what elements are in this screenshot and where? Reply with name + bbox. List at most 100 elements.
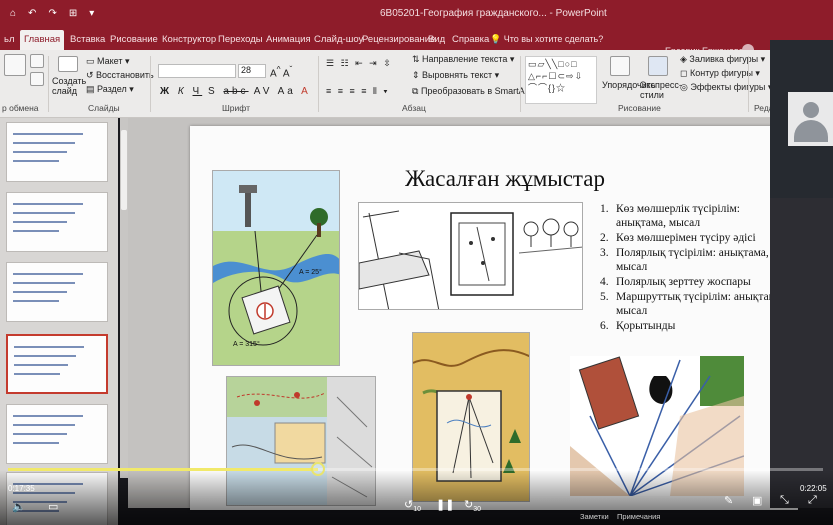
- tell-me-search[interactable]: 💡 Что вы хотите сделать?: [490, 34, 603, 45]
- smartart-button[interactable]: ⧉ Преобразовать в SmartArt ▾: [412, 86, 537, 97]
- tab-draw[interactable]: Рисование: [106, 32, 162, 47]
- fullscreen-icon[interactable]: ⤢: [808, 494, 817, 507]
- list-item: 1. Көз мөлшерлік түсірілім: анықтама, мыс…: [600, 202, 790, 230]
- font-name-box[interactable]: [158, 64, 236, 78]
- text-direction-button[interactable]: ⇅ Направление текста ▾: [412, 54, 514, 65]
- home-icon[interactable]: ⌂: [10, 8, 16, 19]
- arrange-icon[interactable]: [610, 56, 630, 76]
- reset-button[interactable]: ↺ Восстановить: [86, 70, 154, 81]
- slide-title[interactable]: Жасалған жұмыстар: [405, 166, 605, 192]
- plane-table-sketch[interactable]: [358, 202, 583, 310]
- create-slide-button[interactable]: Создать слайд: [52, 76, 86, 96]
- item-number: 2.: [600, 232, 609, 244]
- thumbnail-text-line: [13, 160, 59, 162]
- slide-content-list[interactable]: 1. Көз мөлшерлік түсірілім: анықтама, мыс…: [600, 202, 790, 334]
- ribbon-separator: [520, 56, 521, 112]
- alignment-buttons[interactable]: ≡ ≡ ≡ ≡ ⫴ ▾: [326, 86, 390, 97]
- list-item: 3. Полярлық түсірілім: анықтама, мысал: [600, 246, 790, 274]
- tab-help[interactable]: Справка: [448, 32, 493, 47]
- compass-survey-illustration[interactable]: A = 25° A = 315°: [212, 170, 340, 366]
- clipboard-group-label: р обмена: [2, 103, 39, 113]
- shadow-button[interactable]: S: [208, 86, 218, 97]
- font-format-buttons[interactable]: Ж К Ч S abc AV Aa A: [160, 86, 311, 97]
- item-number: 5.: [600, 291, 609, 303]
- person-icon: [803, 102, 819, 118]
- bold-button[interactable]: Ж: [160, 86, 172, 97]
- item-text: Қорытынды: [616, 320, 676, 332]
- list-item: 5. Маршруттық түсірілім: анықтама, мысал: [600, 290, 790, 318]
- shapes-row: ▭▱╲╲□○□: [528, 59, 578, 69]
- layout-button[interactable]: ▭ Макет ▾: [86, 56, 130, 67]
- thumbnail-text-line: [13, 291, 67, 293]
- shapes-row: △⌐⌐☐⊂⇨⇩: [528, 71, 584, 81]
- volume-icon[interactable]: 🔈: [12, 500, 26, 513]
- tab-design[interactable]: Конструктор: [158, 32, 220, 47]
- font-group-label: Шрифт: [222, 103, 250, 113]
- strikethrough-button[interactable]: abc: [223, 86, 248, 97]
- start-slideshow-icon[interactable]: ⊞: [69, 8, 77, 19]
- current-slide[interactable]: Жасалған жұмыстар 1. Көз мөлшерлік түсірі…: [190, 126, 798, 510]
- align-text-button[interactable]: ⇕ Выровнять текст ▾: [412, 70, 499, 81]
- underline-button[interactable]: Ч: [193, 86, 203, 97]
- slide-thumbnail[interactable]: [6, 122, 108, 182]
- font-color-button[interactable]: A: [301, 86, 311, 97]
- document-title: 6B05201-География гражданского... - Powe…: [380, 8, 607, 19]
- list-item: 6. Қорытынды: [600, 319, 790, 333]
- change-case-button[interactable]: Aa: [278, 86, 296, 97]
- list-buttons[interactable]: ☰ ☷ ⇤ ⇥ ⇳: [326, 58, 393, 69]
- shape-effects-label: Эффекты фигуры: [690, 82, 766, 92]
- shrink-icon[interactable]: ⤡: [780, 494, 789, 507]
- slide-thumbnail[interactable]: [6, 334, 108, 394]
- thumbnail-text-line: [13, 221, 67, 223]
- shape-effects-button[interactable]: ◎ Эффекты фигуры ▾: [680, 82, 772, 93]
- shapes-gallery[interactable]: ▭▱╲╲□○□ △⌐⌐☐⊂⇨⇩ ⌒⌒{}☆: [525, 56, 597, 104]
- skip-forward-button[interactable]: ↻30: [464, 498, 481, 513]
- slide-thumbnail[interactable]: [6, 192, 108, 252]
- redo-icon[interactable]: ↷: [48, 8, 56, 19]
- slide-thumbnail[interactable]: [6, 262, 108, 322]
- grow-font-button[interactable]: A^ Aˇ: [270, 64, 292, 79]
- cut-icon[interactable]: [30, 54, 44, 68]
- char-spacing-button[interactable]: AV: [254, 86, 273, 97]
- thumbnail-text-line: [13, 203, 83, 205]
- shape-fill-button[interactable]: ◈ Заливка фигуры ▾: [680, 54, 765, 65]
- thumbnail-text-line: [13, 230, 59, 232]
- comments-button[interactable]: Примечания: [617, 512, 660, 521]
- tab-view[interactable]: Вид: [424, 32, 449, 47]
- ribbon-separator: [318, 56, 319, 112]
- captions-icon[interactable]: ▭: [48, 500, 58, 513]
- screen-icon[interactable]: ▣: [752, 494, 762, 507]
- customize-qat-icon[interactable]: ▾: [89, 8, 94, 19]
- tab-insert[interactable]: Вставка: [66, 32, 109, 47]
- tab-file[interactable]: ьл: [0, 32, 19, 47]
- thumbnail-text-line: [13, 142, 75, 144]
- thumbnail-text-line: [14, 355, 76, 357]
- tab-home[interactable]: Главная: [20, 30, 65, 50]
- shapes-row: ⌒⌒{}☆: [528, 83, 567, 93]
- thumbnail-text-line: [13, 133, 83, 135]
- pause-button[interactable]: ❚❚: [436, 498, 454, 511]
- notes-button[interactable]: Заметки: [580, 512, 609, 521]
- list-item: 4. Полярлық зерттеу жоспары: [600, 275, 790, 289]
- copy-icon[interactable]: [30, 72, 44, 86]
- thumbnail-text-line: [13, 300, 59, 302]
- tab-animations[interactable]: Анимация: [262, 32, 315, 47]
- paste-icon[interactable]: [4, 54, 26, 76]
- scrollbar-thumb[interactable]: [121, 130, 127, 210]
- smartart-label: Преобразовать в SmartArt: [420, 86, 531, 96]
- font-size-box[interactable]: 28: [238, 64, 266, 78]
- quick-styles-button[interactable]: Экспресс-стили: [640, 80, 682, 100]
- italic-button[interactable]: К: [178, 86, 187, 97]
- pen-icon[interactable]: ✎: [724, 494, 733, 507]
- skip-back-button[interactable]: ↺10: [404, 498, 421, 513]
- undo-icon[interactable]: ↶: [28, 8, 36, 19]
- tell-me-label: Что вы хотите сделать?: [503, 34, 604, 44]
- new-slide-icon[interactable]: [58, 56, 78, 72]
- progress-knob[interactable]: [310, 462, 325, 476]
- section-button[interactable]: ▤ Раздел ▾: [86, 84, 134, 95]
- slide-thumbnail[interactable]: [6, 404, 108, 464]
- tab-transitions[interactable]: Переходы: [214, 32, 267, 47]
- quick-styles-icon[interactable]: [648, 56, 668, 76]
- thumbnail-text-line: [13, 433, 67, 435]
- layout-label: Макет: [97, 56, 123, 66]
